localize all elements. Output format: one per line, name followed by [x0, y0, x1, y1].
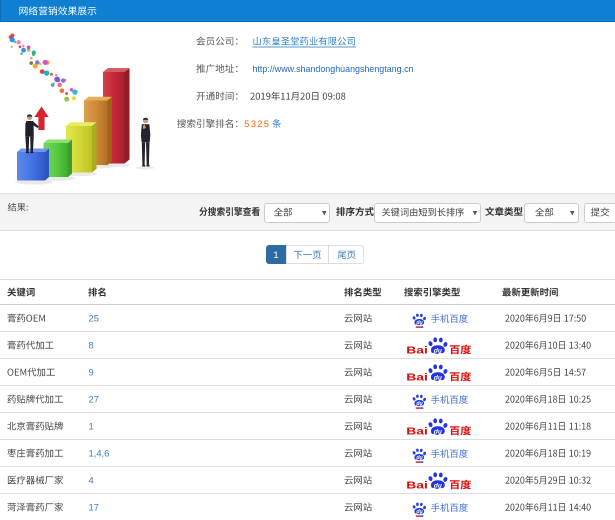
svg-text:du: du [416, 320, 423, 326]
svg-text:4: 4 [89, 475, 94, 486]
svg-text:du: du [434, 428, 442, 435]
svg-text:du: du [434, 482, 442, 489]
svg-text:du: du [434, 374, 442, 381]
svg-text:25: 25 [89, 313, 99, 324]
svg-text:Bai: Bai [406, 344, 428, 356]
svg-text:27: 27 [89, 394, 99, 405]
svg-text:Bai: Bai [406, 371, 428, 383]
svg-text:Bai: Bai [406, 479, 428, 491]
svg-text:http://www.shandonghuangshengt: http://www.shandonghuangshengtang.cn [253, 64, 414, 74]
svg-text:5325: 5325 [244, 118, 270, 129]
svg-text:1,4,6: 1,4,6 [89, 448, 110, 459]
svg-text:8: 8 [89, 340, 94, 351]
svg-text:du: du [416, 509, 423, 515]
svg-text:du: du [434, 347, 442, 354]
svg-text:1: 1 [89, 421, 94, 432]
svg-text:9: 9 [89, 367, 94, 378]
svg-text:du: du [416, 401, 423, 407]
svg-text:Bai: Bai [406, 425, 428, 437]
svg-text:1: 1 [273, 250, 278, 261]
svg-text:du: du [416, 455, 423, 461]
svg-text:17: 17 [89, 502, 99, 513]
